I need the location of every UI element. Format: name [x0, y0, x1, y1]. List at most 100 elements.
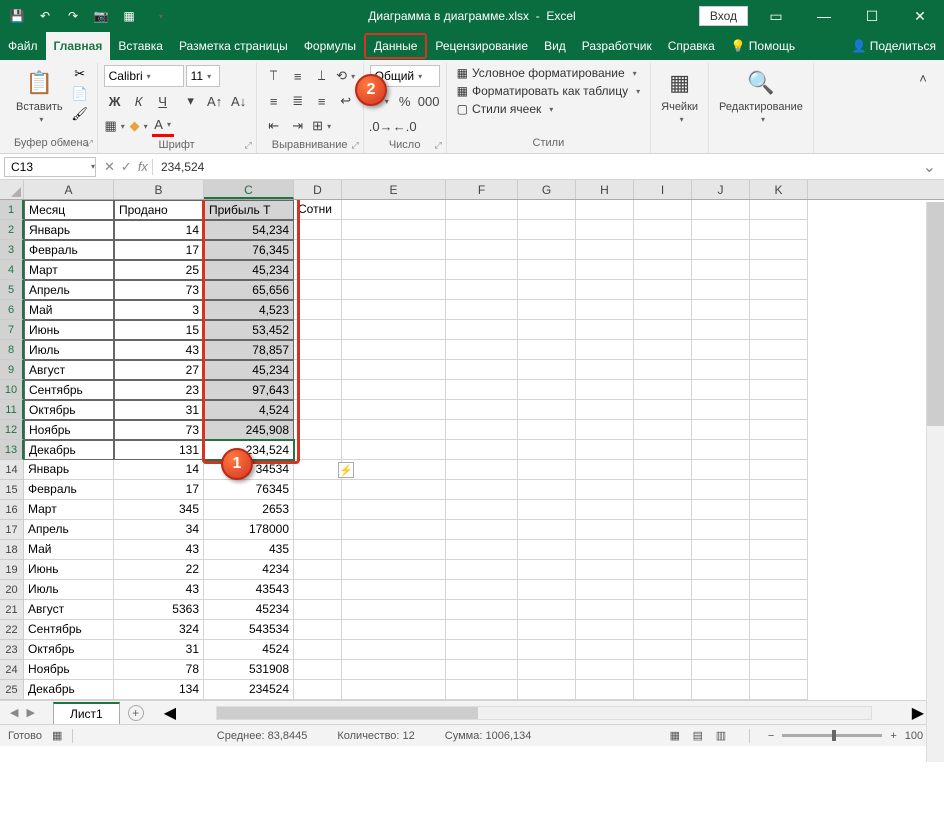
cell[interactable]	[446, 320, 518, 340]
macro-record-icon[interactable]: ▦	[52, 729, 62, 742]
cell[interactable]	[750, 620, 808, 640]
cell[interactable]: 14	[114, 220, 204, 240]
ribbon-options-icon[interactable]: ▭	[756, 0, 796, 32]
cell[interactable]	[692, 580, 750, 600]
cell[interactable]	[518, 660, 576, 680]
cell[interactable]: Ноябрь	[24, 420, 114, 440]
cell[interactable]	[576, 480, 634, 500]
cell[interactable]	[446, 480, 518, 500]
cell[interactable]	[692, 400, 750, 420]
row-header[interactable]: 3	[0, 240, 24, 260]
cell[interactable]	[446, 220, 518, 240]
cell[interactable]	[576, 660, 634, 680]
launcher-icon[interactable]: ⤢	[351, 140, 358, 151]
row-header[interactable]: 19	[0, 560, 24, 580]
cell[interactable]: 73	[114, 420, 204, 440]
cell[interactable]	[342, 260, 446, 280]
cell[interactable]	[294, 620, 342, 640]
cell[interactable]	[294, 220, 342, 240]
row-header[interactable]: 22	[0, 620, 24, 640]
cell[interactable]: 23	[114, 380, 204, 400]
cell[interactable]	[342, 580, 446, 600]
page-layout-icon[interactable]: ▤	[688, 728, 708, 744]
cell[interactable]: 45,234	[204, 360, 294, 380]
cell[interactable]	[294, 640, 342, 660]
editing-button[interactable]: 🔍 Редактирование ▾	[715, 65, 807, 126]
tab-formulas[interactable]: Формулы	[296, 32, 364, 60]
cell[interactable]: Август	[24, 360, 114, 380]
cell[interactable]	[518, 600, 576, 620]
cell[interactable]: Декабрь	[24, 440, 114, 460]
cell[interactable]: Сотни	[294, 200, 342, 220]
cell[interactable]	[446, 600, 518, 620]
align-bottom-icon[interactable]: ⟘	[311, 65, 333, 87]
paste-button[interactable]: 📋 Вставить ▾	[12, 65, 67, 126]
percent-icon[interactable]: %	[394, 90, 416, 112]
cell[interactable]: Ноябрь	[24, 660, 114, 680]
share-button[interactable]: 👤Поделиться	[844, 32, 944, 60]
col-header-D[interactable]: D	[294, 180, 342, 199]
cell[interactable]	[750, 340, 808, 360]
row-header[interactable]: 6	[0, 300, 24, 320]
cell[interactable]	[692, 520, 750, 540]
cell[interactable]	[692, 320, 750, 340]
normal-view-icon[interactable]: ▦	[665, 728, 685, 744]
cell[interactable]	[692, 620, 750, 640]
cell[interactable]: Июнь	[24, 560, 114, 580]
cell[interactable]	[576, 500, 634, 520]
cell[interactable]: 134	[114, 680, 204, 700]
row-header[interactable]: 5	[0, 280, 24, 300]
cell[interactable]	[576, 600, 634, 620]
col-header-B[interactable]: B	[114, 180, 204, 199]
row-header[interactable]: 20	[0, 580, 24, 600]
expand-formula-icon[interactable]: ⌄	[915, 157, 944, 177]
row-header[interactable]: 10	[0, 380, 24, 400]
format-as-table-button[interactable]: ▦Форматировать как таблицу▾	[453, 83, 645, 99]
cell[interactable]	[518, 420, 576, 440]
cell[interactable]	[518, 380, 576, 400]
cell[interactable]	[342, 500, 446, 520]
cell[interactable]: 25	[114, 260, 204, 280]
fill-color-icon[interactable]: ◆▾	[128, 115, 150, 137]
cell[interactable]	[634, 680, 692, 700]
vertical-scrollbar[interactable]	[926, 202, 944, 762]
fx-icon[interactable]: fx	[138, 159, 148, 175]
row-header[interactable]: 4	[0, 260, 24, 280]
cell[interactable]: 5363	[114, 600, 204, 620]
row-header[interactable]: 2	[0, 220, 24, 240]
col-header-F[interactable]: F	[446, 180, 518, 199]
cell[interactable]	[576, 440, 634, 460]
cell[interactable]	[634, 480, 692, 500]
cell[interactable]: Июль	[24, 580, 114, 600]
redo-icon[interactable]: ↷	[64, 7, 82, 25]
cell[interactable]	[576, 220, 634, 240]
cell[interactable]: Февраль	[24, 240, 114, 260]
signin-button[interactable]: Вход	[699, 6, 748, 26]
cell[interactable]	[750, 220, 808, 240]
cell[interactable]: 17	[114, 480, 204, 500]
cell[interactable]: 3	[114, 300, 204, 320]
cell[interactable]	[446, 440, 518, 460]
indent-dec-icon[interactable]: ⇤	[263, 115, 285, 137]
cell[interactable]	[446, 260, 518, 280]
cell[interactable]: 45234	[204, 600, 294, 620]
col-header-C[interactable]: C	[204, 180, 294, 199]
cell[interactable]	[446, 540, 518, 560]
cell[interactable]	[342, 400, 446, 420]
cell[interactable]: Сентябрь	[24, 380, 114, 400]
cell[interactable]	[634, 580, 692, 600]
tab-home[interactable]: Главная	[46, 32, 111, 60]
cell[interactable]	[342, 280, 446, 300]
cell[interactable]	[750, 660, 808, 680]
cell[interactable]: 435	[204, 540, 294, 560]
cell[interactable]	[692, 260, 750, 280]
cell[interactable]	[692, 560, 750, 580]
cell[interactable]: 65,656	[204, 280, 294, 300]
comma-icon[interactable]: 000	[418, 90, 440, 112]
cell[interactable]: 45,234	[204, 260, 294, 280]
cell[interactable]: 17	[114, 240, 204, 260]
qat-dropdown-icon[interactable]: ▾	[152, 7, 170, 25]
cell[interactable]	[446, 660, 518, 680]
cell[interactable]: 43	[114, 580, 204, 600]
col-header-K[interactable]: K	[750, 180, 808, 199]
